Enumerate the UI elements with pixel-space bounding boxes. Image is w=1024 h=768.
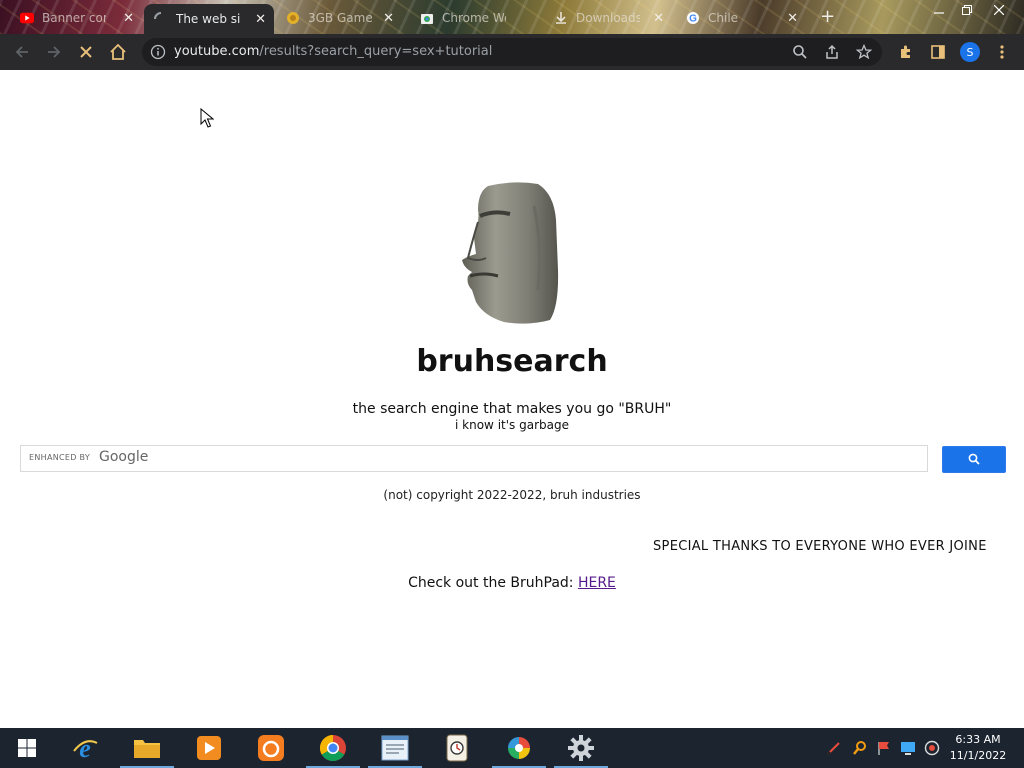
tab-youtube[interactable]: Banner con ✕ bbox=[10, 4, 142, 32]
clock-time: 6:33 AM bbox=[955, 733, 1001, 746]
bookmark-star-icon[interactable] bbox=[855, 43, 873, 60]
google-icon: G bbox=[686, 11, 700, 25]
close-icon[interactable]: ✕ bbox=[123, 11, 134, 26]
copyright-text: (not) copyright 2022-2022, bruh industri… bbox=[383, 488, 641, 502]
file-explorer-icon[interactable] bbox=[118, 728, 176, 768]
restore-icon[interactable] bbox=[952, 0, 982, 20]
close-icon[interactable]: ✕ bbox=[653, 11, 664, 26]
google-logo: Google bbox=[99, 449, 149, 465]
minimize-icon[interactable] bbox=[924, 0, 954, 20]
tab-title: Banner con bbox=[42, 11, 106, 25]
close-icon[interactable]: ✕ bbox=[383, 11, 394, 26]
home-icon[interactable] bbox=[106, 40, 130, 64]
new-tab-button[interactable]: + bbox=[820, 6, 835, 27]
web-page: bruhsearch the search engine that makes … bbox=[0, 70, 1024, 728]
svg-text:e: e bbox=[79, 734, 91, 763]
tab-title: The web site bbox=[176, 12, 240, 26]
tab-3gb-game[interactable]: 3GB Game ✕ bbox=[276, 4, 402, 32]
address-bar[interactable]: youtube.com/results?search_query=sex+tut… bbox=[142, 38, 882, 66]
mouse-cursor-icon bbox=[200, 107, 215, 132]
pen-tray-icon[interactable] bbox=[826, 740, 842, 756]
stop-loading-icon[interactable] bbox=[74, 40, 98, 64]
tab-strip: Banner con ✕ The web site ✕ 3GB Game ✕ C… bbox=[0, 0, 1024, 34]
moai-head-image bbox=[462, 182, 559, 324]
bruhpad-link[interactable]: HERE bbox=[578, 575, 616, 591]
tab-downloads[interactable]: Downloads ✕ bbox=[544, 4, 672, 32]
flag-tray-icon[interactable] bbox=[876, 740, 892, 756]
youtube-icon bbox=[20, 11, 34, 25]
sub-tagline: i know it's garbage bbox=[455, 418, 569, 432]
url-text[interactable]: youtube.com/results?search_query=sex+tut… bbox=[174, 44, 492, 59]
special-thanks-marquee: SPECIAL THANKS TO EVERYONE WHO EVER JOIN… bbox=[653, 539, 987, 554]
profile-avatar[interactable]: S bbox=[960, 42, 980, 62]
tab-title: Chile bbox=[708, 11, 739, 25]
clock-app-icon[interactable] bbox=[428, 728, 486, 768]
svg-text:G: G bbox=[689, 14, 697, 25]
search-icon bbox=[968, 450, 980, 469]
enhanced-by-label: ENHANCED BY bbox=[29, 453, 91, 462]
tab-google[interactable]: G Chile ✕ bbox=[676, 4, 806, 32]
avatar: S bbox=[960, 42, 980, 62]
tab-the-web-site[interactable]: The web site ✕ bbox=[144, 4, 274, 34]
share-icon[interactable] bbox=[824, 44, 840, 60]
site-info-icon[interactable] bbox=[150, 44, 166, 60]
colorful-app-icon[interactable] bbox=[490, 728, 548, 768]
system-clock[interactable]: 6:33 AM 11/1/2022 bbox=[944, 732, 1012, 764]
notepad-icon[interactable] bbox=[366, 728, 424, 768]
tab-chrome-web-store[interactable]: Chrome We bbox=[410, 4, 540, 32]
coin-icon bbox=[286, 11, 300, 25]
tab-title: Downloads bbox=[576, 11, 640, 25]
url-path: /results?search_query=sex+tutorial bbox=[259, 44, 493, 59]
search-tray-icon[interactable] bbox=[852, 740, 868, 756]
speaker-tray-icon[interactable] bbox=[924, 740, 940, 756]
side-panel-icon[interactable] bbox=[928, 42, 948, 62]
search-button[interactable] bbox=[942, 446, 1006, 473]
clock-date: 11/1/2022 bbox=[949, 749, 1007, 762]
loading-spinner-icon bbox=[154, 12, 168, 26]
windows-start-icon[interactable] bbox=[0, 728, 54, 768]
zoom-icon[interactable] bbox=[792, 44, 808, 60]
search-box[interactable]: ENHANCED BY Google bbox=[20, 445, 928, 472]
forward-icon[interactable] bbox=[42, 40, 66, 64]
internet-explorer-icon[interactable]: e bbox=[56, 728, 114, 768]
uc-browser-icon[interactable] bbox=[242, 728, 300, 768]
page-title: bruhsearch bbox=[416, 344, 608, 379]
media-player-icon[interactable] bbox=[180, 728, 238, 768]
tab-title: 3GB Game bbox=[308, 11, 372, 25]
browser-toolbar: youtube.com/results?search_query=sex+tut… bbox=[0, 34, 1024, 70]
tab-title: Chrome We bbox=[442, 11, 506, 25]
chrome-icon[interactable] bbox=[304, 728, 362, 768]
back-icon[interactable] bbox=[10, 40, 34, 64]
display-tray-icon[interactable] bbox=[900, 740, 916, 756]
menu-kebab-icon[interactable] bbox=[992, 42, 1012, 62]
chrome-web-store-icon bbox=[420, 11, 434, 25]
close-icon[interactable]: ✕ bbox=[787, 11, 798, 26]
tagline: the search engine that makes you go "BRU… bbox=[352, 401, 672, 417]
download-icon bbox=[554, 11, 568, 25]
extensions-icon[interactable] bbox=[896, 42, 916, 62]
close-icon[interactable]: ✕ bbox=[255, 12, 266, 27]
bruhpad-line: Check out the BruhPad: HERE bbox=[0, 575, 1024, 591]
window-close-icon[interactable] bbox=[984, 0, 1014, 20]
gear-app-icon[interactable] bbox=[552, 728, 610, 768]
windows-taskbar: e 6:33 AM 11/1/2022 bbox=[0, 728, 1024, 768]
url-host: youtube.com bbox=[174, 44, 260, 59]
search-input[interactable] bbox=[151, 448, 915, 470]
bruhpad-prefix: Check out the BruhPad: bbox=[408, 575, 578, 591]
